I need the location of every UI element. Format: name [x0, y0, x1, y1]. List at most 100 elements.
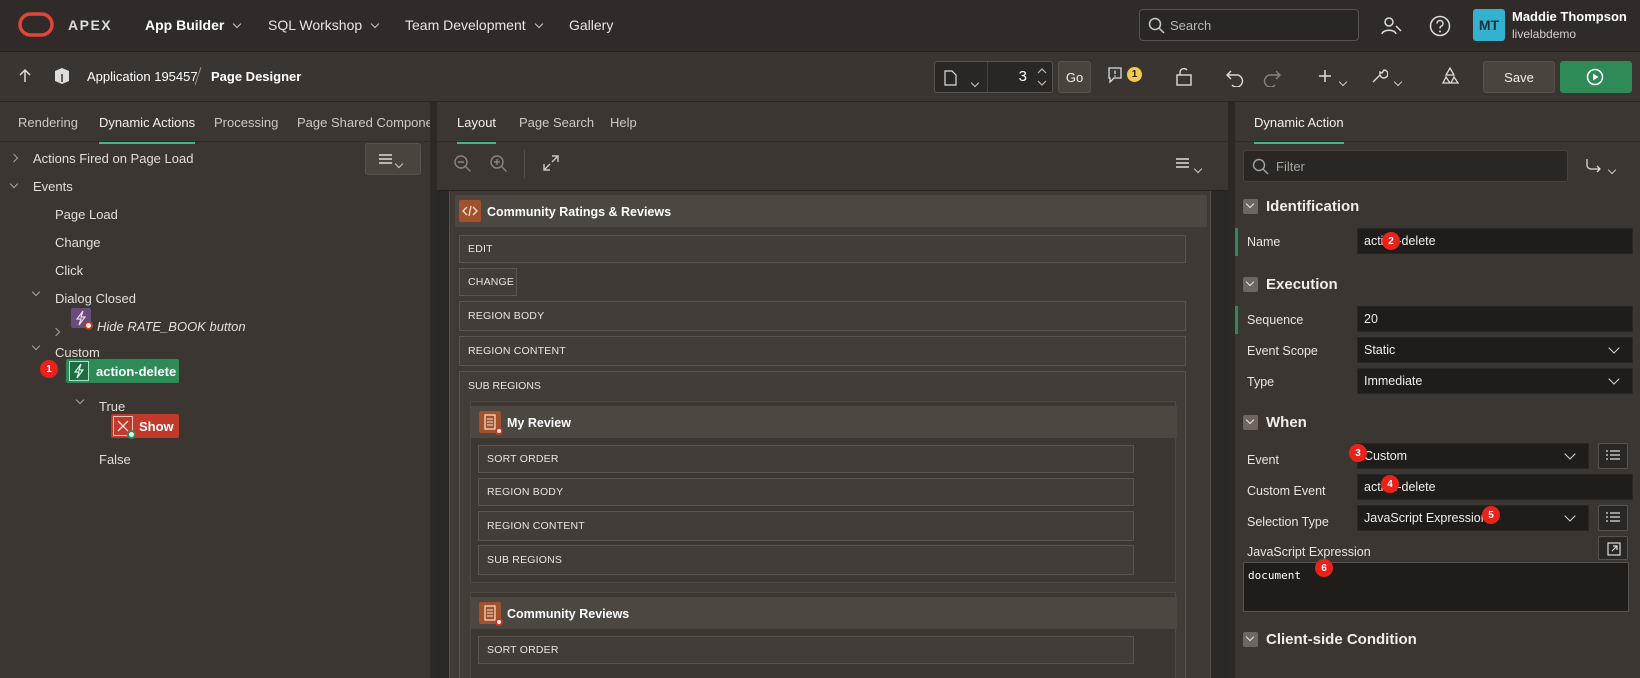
select-value: Immediate	[1364, 374, 1423, 388]
tree-node-click[interactable]: Click	[55, 263, 83, 278]
tab-processing[interactable]: Processing	[214, 115, 278, 130]
collapse-chevron-icon[interactable]	[31, 341, 41, 351]
tab-page-search[interactable]: Page Search	[519, 115, 594, 130]
expand-icon[interactable]	[542, 154, 560, 172]
page-selector[interactable]: 3	[934, 61, 1053, 93]
selection-type-select[interactable]: JavaScript Expression	[1357, 505, 1589, 531]
section-identification[interactable]: Identification	[1243, 189, 1631, 223]
avatar[interactable]: MT	[1473, 9, 1505, 41]
go-to-group-button[interactable]	[1585, 154, 1625, 178]
event-scope-select[interactable]: Static	[1357, 337, 1633, 363]
tab-help[interactable]: Help	[610, 115, 637, 130]
slot-edit[interactable]: EDIT	[459, 235, 1186, 263]
zoom-out-icon[interactable]	[453, 154, 473, 174]
chevron-down-icon	[394, 159, 404, 169]
region-title: Community Ratings & Reviews	[487, 205, 672, 219]
section-client-side-condition[interactable]: Client-side Condition	[1243, 622, 1631, 656]
tree-node-action-delete[interactable]: action-delete	[66, 359, 179, 383]
section-when[interactable]: When	[1243, 405, 1631, 439]
tree-menu-button[interactable]	[365, 143, 421, 175]
selection-list-button[interactable]	[1598, 505, 1628, 531]
slot-region-body[interactable]: REGION BODY	[459, 301, 1186, 331]
chevron-down-icon	[1608, 373, 1620, 385]
tab-page-shared-components[interactable]: Page Shared Componen	[297, 115, 430, 130]
expand-chevron-icon[interactable]	[9, 153, 19, 163]
slot-region-body[interactable]: REGION BODY	[478, 478, 1134, 506]
javascript-expression-editor[interactable]: document 6	[1243, 559, 1629, 612]
apex-brand[interactable]: APEX	[68, 17, 112, 33]
go-button[interactable]: Go	[1058, 61, 1091, 93]
up-arrow-icon[interactable]	[18, 68, 32, 84]
tab-layout[interactable]: Layout	[457, 115, 497, 144]
collapse-chevron-icon[interactable]	[31, 287, 41, 297]
zoom-in-icon[interactable]	[489, 154, 509, 174]
page-number-input[interactable]: 3	[987, 62, 1033, 92]
application-icon	[55, 68, 69, 84]
search-input[interactable]: Search	[1139, 9, 1359, 41]
shared-components-icon[interactable]	[1440, 66, 1460, 86]
slot-sub-regions[interactable]: SUB REGIONS My Review SORT ORDER REGION …	[459, 371, 1186, 678]
expand-chevron-icon[interactable]	[51, 327, 61, 337]
tab-dynamic-actions[interactable]: Dynamic Actions	[99, 115, 196, 144]
utilities-menu-button[interactable]	[1370, 65, 1406, 87]
condition-dot-icon	[495, 427, 503, 435]
region-community-ratings[interactable]: Community Ratings & Reviews	[455, 195, 1207, 227]
layout-menu-button[interactable]	[1175, 154, 1211, 174]
tree-node-actions-on-load[interactable]: Actions Fired on Page Load	[33, 151, 193, 166]
region-community-reviews[interactable]: Community Reviews SORT ORDER	[470, 592, 1177, 678]
left-tab-row: Rendering Dynamic Actions Processing Pag…	[0, 102, 430, 144]
lock-unlock-icon[interactable]	[1175, 67, 1195, 87]
tree-node-custom[interactable]: Custom	[55, 345, 100, 360]
search-icon	[1252, 158, 1269, 175]
tab-rendering[interactable]: Rendering	[18, 115, 78, 130]
create-menu-button[interactable]	[1317, 65, 1349, 87]
slot-label: SUB REGIONS	[468, 380, 541, 392]
tree-node-false[interactable]: False	[99, 452, 131, 467]
run-page-button[interactable]	[1560, 61, 1632, 93]
slot-sort-order[interactable]: SORT ORDER	[478, 445, 1134, 473]
type-select[interactable]: Immediate	[1357, 368, 1633, 394]
warnings-button[interactable]: 1	[1107, 66, 1142, 84]
right-splitter[interactable]	[1228, 102, 1235, 678]
go-to-group-icon	[1586, 159, 1601, 173]
menu-gallery[interactable]: Gallery	[569, 17, 613, 33]
type-label: Type	[1247, 375, 1275, 389]
breadcrumb-application[interactable]: Application 195457	[87, 69, 198, 84]
sequence-field[interactable]: 20	[1357, 306, 1633, 332]
event-select[interactable]: Custom	[1357, 443, 1589, 469]
oracle-logo-icon[interactable]	[18, 12, 54, 38]
event-list-button[interactable]	[1598, 443, 1628, 469]
tree-node-change[interactable]: Change	[55, 235, 101, 250]
menu-sql-workshop[interactable]: SQL Workshop	[268, 17, 380, 33]
region-my-review[interactable]: My Review SORT ORDER REGION BODY REGION …	[470, 401, 1177, 583]
collapse-toggle-icon	[1243, 631, 1258, 647]
undo-icon[interactable]	[1225, 67, 1245, 87]
tree-node-dialog-closed[interactable]: Dialog Closed	[55, 291, 136, 306]
page-stepper-icon[interactable]	[1033, 64, 1051, 90]
slot-sort-order[interactable]: SORT ORDER	[478, 636, 1134, 664]
redo-icon[interactable]	[1262, 67, 1282, 87]
tree-node-events[interactable]: Events	[33, 179, 73, 194]
slot-sub-regions[interactable]: SUB REGIONS	[478, 545, 1134, 575]
slot-region-content[interactable]: REGION CONTENT	[459, 336, 1186, 366]
save-button[interactable]: Save	[1483, 61, 1555, 93]
tree-node-hide-rate-book[interactable]: Hide RATE_BOOK button	[97, 319, 246, 334]
comment-alert-icon	[1108, 67, 1122, 84]
menu-team-development[interactable]: Team Development	[405, 17, 543, 33]
select-value: Custom	[1364, 449, 1408, 463]
left-splitter[interactable]	[430, 102, 437, 678]
open-code-editor-button[interactable]	[1598, 536, 1628, 560]
wrench-user-icon[interactable]	[1380, 14, 1404, 38]
tree-node-page-load[interactable]: Page Load	[55, 207, 118, 222]
collapse-chevron-icon[interactable]	[75, 395, 85, 405]
filter-input[interactable]: Filter	[1243, 150, 1568, 182]
collapse-chevron-icon[interactable]	[9, 179, 19, 189]
slot-region-content[interactable]: REGION CONTENT	[478, 511, 1134, 541]
tree-node-true[interactable]: True	[99, 399, 125, 414]
tab-dynamic-action[interactable]: Dynamic Action	[1254, 115, 1344, 144]
section-execution[interactable]: Execution	[1243, 267, 1631, 301]
tree-node-show[interactable]: Show	[111, 414, 179, 439]
slot-change[interactable]: CHANGE	[459, 268, 517, 296]
help-icon[interactable]	[1428, 14, 1452, 38]
menu-app-builder[interactable]: App Builder	[145, 17, 242, 33]
